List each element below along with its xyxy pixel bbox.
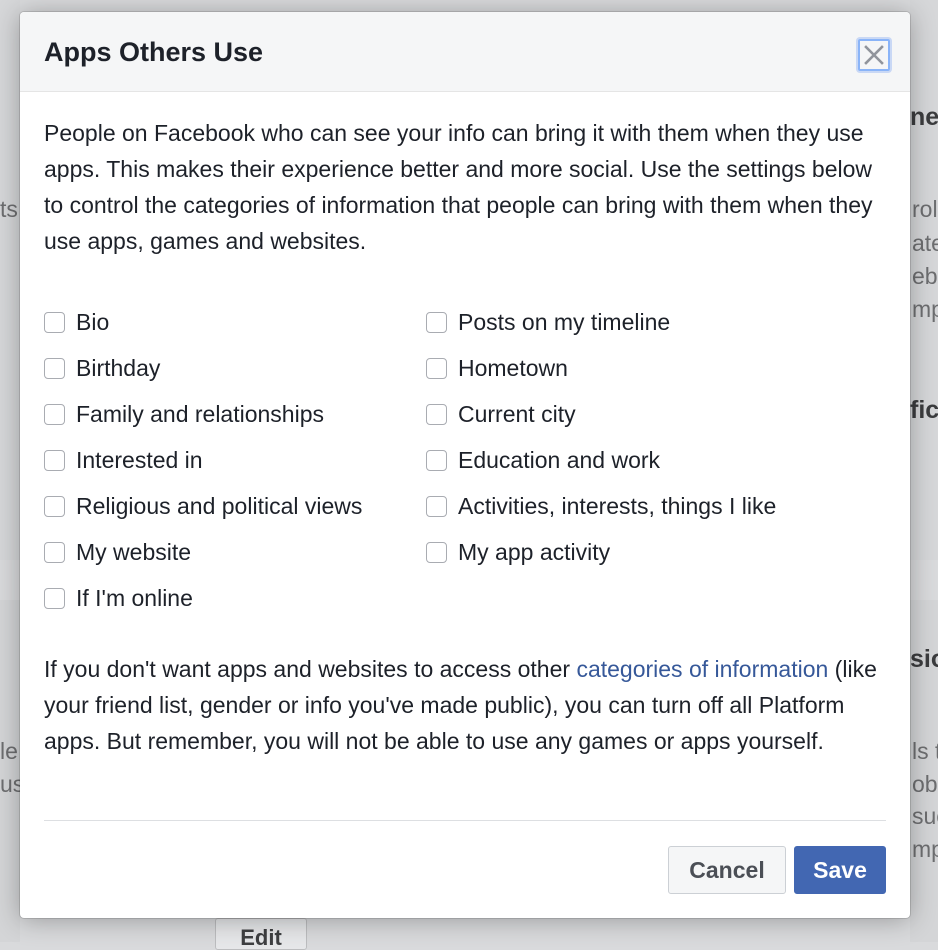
checkbox[interactable] [426, 495, 447, 517]
checkbox[interactable] [426, 357, 447, 379]
background-text-fragment: obil [912, 771, 938, 797]
option-label: Birthday [76, 354, 161, 381]
option-birthday[interactable]: Birthday [44, 345, 362, 391]
notice-text-start: If you don't want apps and websites to a… [44, 656, 577, 682]
option-label: Posts on my timeline [458, 308, 671, 335]
checkbox[interactable] [44, 311, 65, 333]
option-label: My app activity [458, 538, 611, 565]
close-button[interactable] [858, 39, 890, 71]
checkbox[interactable] [426, 311, 447, 333]
background-edit-button: Edit [215, 918, 307, 950]
background-text-fragment: le [0, 738, 18, 764]
option-activities-interests[interactable]: Activities, interests, things I like [426, 483, 776, 529]
background-text-fragment: sio [910, 645, 938, 673]
option-label: Religious and political views [76, 492, 363, 519]
option-if-im-online[interactable]: If I'm online [44, 575, 362, 621]
option-label: If I'm online [76, 584, 193, 611]
options-column-right: Posts on my timeline Hometown Current ci… [426, 299, 776, 575]
checkbox[interactable] [426, 541, 447, 563]
checkbox[interactable] [44, 541, 65, 563]
dialog-header: Apps Others Use [20, 12, 910, 92]
background-text-fragment: mp [912, 836, 938, 862]
option-education-and-work[interactable]: Education and work [426, 437, 776, 483]
option-label: Family and relationships [76, 400, 325, 427]
intro-text: People on Facebook who can see your info… [44, 120, 873, 254]
option-label: Hometown [458, 354, 568, 381]
background-text-fragment: rol [912, 196, 938, 222]
background-text-fragment: ate [912, 230, 938, 256]
footer-divider [44, 820, 886, 821]
checkbox[interactable] [44, 403, 65, 425]
background-text-fragment: ts [0, 196, 18, 222]
option-label: Interested in [76, 446, 203, 473]
save-button[interactable]: Save [794, 846, 886, 894]
option-label: Bio [76, 308, 110, 335]
apps-others-use-dialog: Apps Others Use People on Facebook who c… [20, 12, 910, 918]
close-icon [863, 44, 885, 66]
categories-of-information-link[interactable]: categories of information [576, 656, 828, 682]
options-grid: Bio Birthday Family and relationships In… [44, 299, 894, 619]
background-text-fragment: us [0, 771, 20, 797]
checkbox[interactable] [44, 449, 65, 471]
option-label: Current city [458, 400, 576, 427]
checkbox[interactable] [44, 495, 65, 517]
checkbox[interactable] [44, 587, 65, 609]
background-text-fragment: ebo [912, 263, 938, 289]
option-my-website[interactable]: My website [44, 529, 362, 575]
option-family-and-relationships[interactable]: Family and relationships [44, 391, 362, 437]
background-text-fragment: mp [912, 296, 938, 322]
background-text-fragment: ne [910, 103, 938, 131]
option-label: My website [76, 538, 192, 565]
option-interested-in[interactable]: Interested in [44, 437, 362, 483]
checkbox[interactable] [44, 357, 65, 379]
checkbox[interactable] [426, 403, 447, 425]
option-current-city[interactable]: Current city [426, 391, 776, 437]
option-posts-on-my-timeline[interactable]: Posts on my timeline [426, 299, 776, 345]
checkbox[interactable] [426, 449, 447, 471]
option-label: Activities, interests, things I like [458, 492, 777, 519]
background-text-fragment: ls t [912, 738, 938, 764]
option-hometown[interactable]: Hometown [426, 345, 776, 391]
option-bio[interactable]: Bio [44, 299, 362, 345]
cancel-button[interactable]: Cancel [668, 846, 786, 894]
dialog-title: Apps Others Use [44, 37, 264, 67]
option-religious-and-political-views[interactable]: Religious and political views [44, 483, 362, 529]
background-text-fragment: fic [910, 396, 938, 424]
option-my-app-activity[interactable]: My app activity [426, 529, 776, 575]
platform-apps-notice: If you don't want apps and websites to a… [44, 651, 894, 759]
options-column-left: Bio Birthday Family and relationships In… [44, 299, 362, 621]
background-text-fragment: suc [912, 803, 938, 829]
option-label: Education and work [458, 446, 661, 473]
background-panel-left [0, 0, 20, 560]
